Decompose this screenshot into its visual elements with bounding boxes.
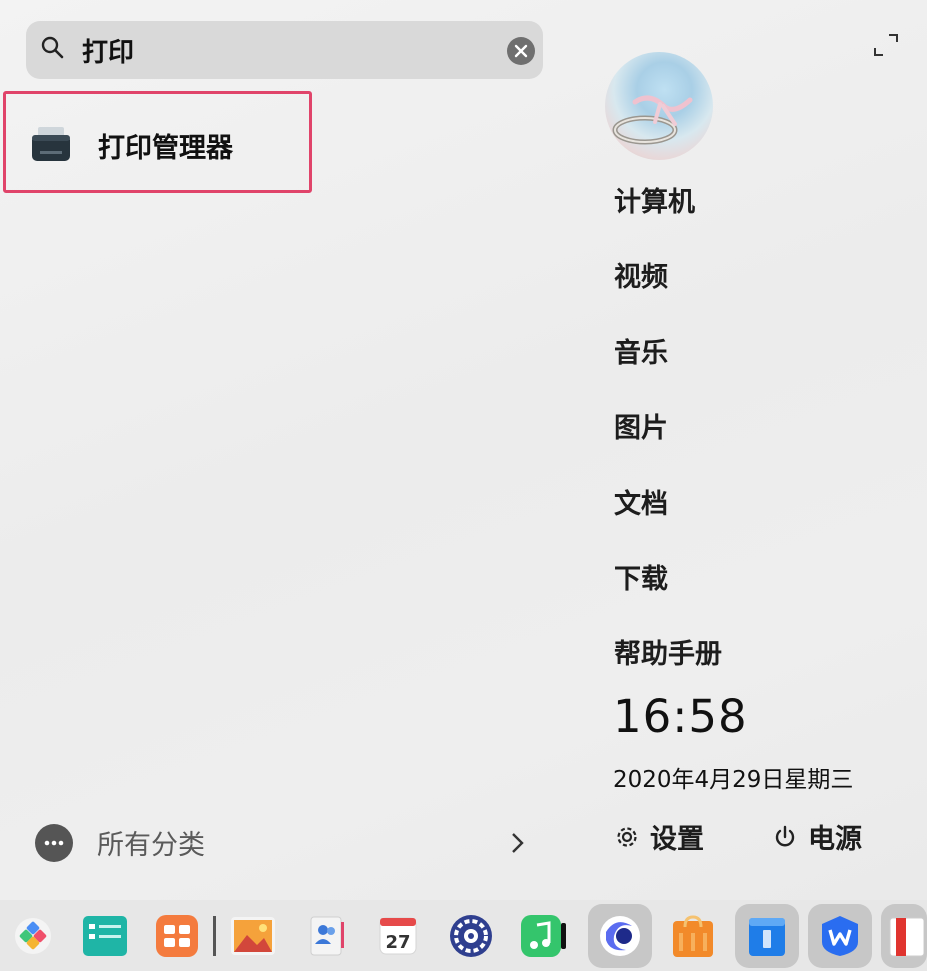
file-manager-icon[interactable] xyxy=(80,911,130,961)
settings-label: 设置 xyxy=(650,824,704,855)
avatar-image xyxy=(612,95,693,145)
all-categories-button[interactable]: 所有分类 xyxy=(35,823,205,862)
nav-documents[interactable]: 文档 xyxy=(614,482,668,521)
power-button[interactable]: 电源 xyxy=(772,817,862,856)
all-categories-label: 所有分类 xyxy=(97,830,205,861)
shop-icon[interactable] xyxy=(668,911,718,961)
wps-icon[interactable] xyxy=(808,904,872,968)
nav-pictures[interactable]: 图片 xyxy=(614,406,668,445)
chevron-right-icon[interactable] xyxy=(508,828,528,858)
result-label: 打印管理器 xyxy=(98,132,233,164)
launcher-icon[interactable] xyxy=(8,911,58,961)
browser-icon[interactable] xyxy=(588,904,652,968)
calendar-day: 27 xyxy=(385,932,410,953)
book-icon[interactable] xyxy=(881,904,927,968)
nav-downloads[interactable]: 下载 xyxy=(614,557,668,596)
gear-icon xyxy=(617,826,637,847)
calendar-icon[interactable]: 27 xyxy=(373,911,423,961)
clock-date: 2020年4月29日星期三 xyxy=(613,767,854,793)
nav-music[interactable]: 音乐 xyxy=(614,331,668,370)
contacts-icon[interactable] xyxy=(300,911,350,961)
dock-separator xyxy=(213,916,216,956)
expand-icon[interactable] xyxy=(871,32,901,58)
settings-icon[interactable] xyxy=(446,911,496,961)
notes-icon[interactable] xyxy=(735,904,799,968)
search-input[interactable] xyxy=(82,31,482,69)
search-result-item[interactable]: 打印管理器 xyxy=(30,118,233,172)
nav-video[interactable]: 视频 xyxy=(614,255,668,294)
app-store-icon[interactable] xyxy=(152,911,202,961)
clear-search-button[interactable] xyxy=(507,37,535,65)
power-label: 电源 xyxy=(808,824,862,855)
settings-button[interactable]: 设置 xyxy=(614,817,704,856)
taskbar-dock: 27 xyxy=(0,900,927,971)
more-icon xyxy=(35,823,73,862)
image-viewer-icon[interactable] xyxy=(228,911,278,961)
search-bar[interactable] xyxy=(26,21,543,79)
nav-computer[interactable]: 计算机 xyxy=(614,180,695,219)
music-icon[interactable] xyxy=(518,911,568,961)
search-icon xyxy=(41,36,64,59)
close-icon xyxy=(514,44,528,58)
power-icon xyxy=(775,825,795,846)
clock-time: 16:58 xyxy=(613,690,748,743)
printer-icon xyxy=(32,127,70,161)
avatar[interactable] xyxy=(605,52,713,160)
nav-help[interactable]: 帮助手册 xyxy=(614,632,722,671)
